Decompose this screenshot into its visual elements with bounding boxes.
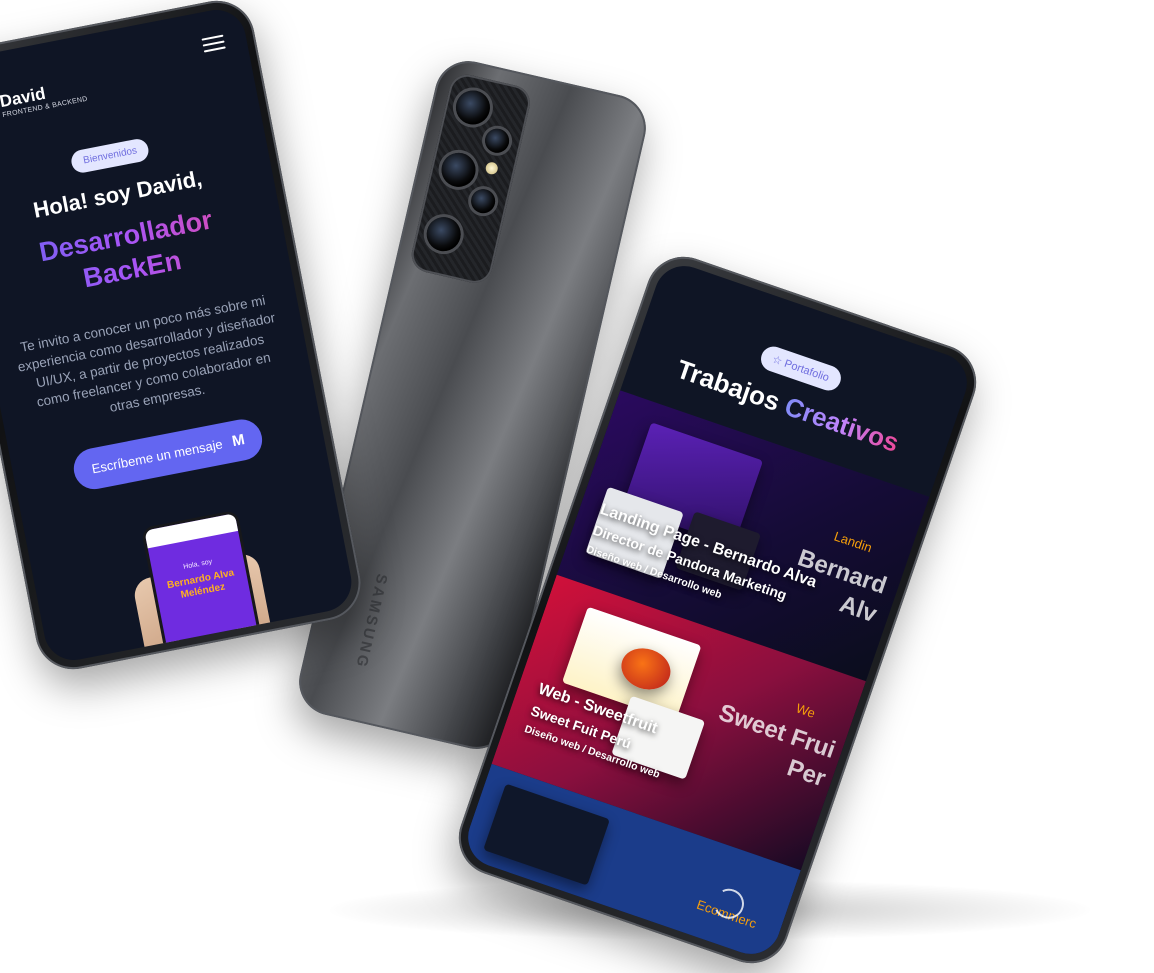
- project-side-title: Sweet Frui Per: [715, 698, 839, 793]
- site-header[interactable]: David FRONTEND & BACKEND: [0, 76, 88, 126]
- write-message-label: Escríbeme un mensaje: [90, 436, 224, 477]
- brand: David FRONTEND & BACKEND: [0, 76, 88, 119]
- camera-lens: [438, 149, 479, 191]
- hero-intro: Te invito a conocer un poco más sobre mi…: [16, 292, 277, 415]
- write-message-button[interactable]: Escríbeme un mensaje M: [70, 415, 267, 493]
- section-title-accent: Creativos: [780, 390, 903, 458]
- portfolio-badge-label: Portafolio: [782, 357, 831, 385]
- project-side-tag: Landin: [832, 528, 874, 556]
- star-icon: ☆: [770, 353, 784, 369]
- camera-lens: [452, 87, 494, 128]
- left-phone-screen: David FRONTEND & BACKEND Bienvenidos Hol…: [0, 4, 357, 666]
- left-phone: David FRONTEND & BACKEND Bienvenidos Hol…: [0, 0, 368, 676]
- camera-lens: [423, 213, 465, 255]
- hamburger-menu-icon[interactable]: [201, 31, 227, 57]
- project-side-tag: We: [794, 700, 818, 721]
- camera-module: [408, 71, 534, 287]
- gmail-icon: M: [230, 431, 247, 451]
- mini-phone-header: [144, 513, 239, 549]
- project-screenshot: [483, 783, 610, 886]
- camera-lens: [468, 186, 498, 216]
- project-side-title: Bernard Alv: [794, 544, 891, 629]
- flash-icon: [484, 161, 499, 176]
- welcome-badge: Bienvenidos: [69, 137, 151, 175]
- camera-lens: [482, 126, 512, 156]
